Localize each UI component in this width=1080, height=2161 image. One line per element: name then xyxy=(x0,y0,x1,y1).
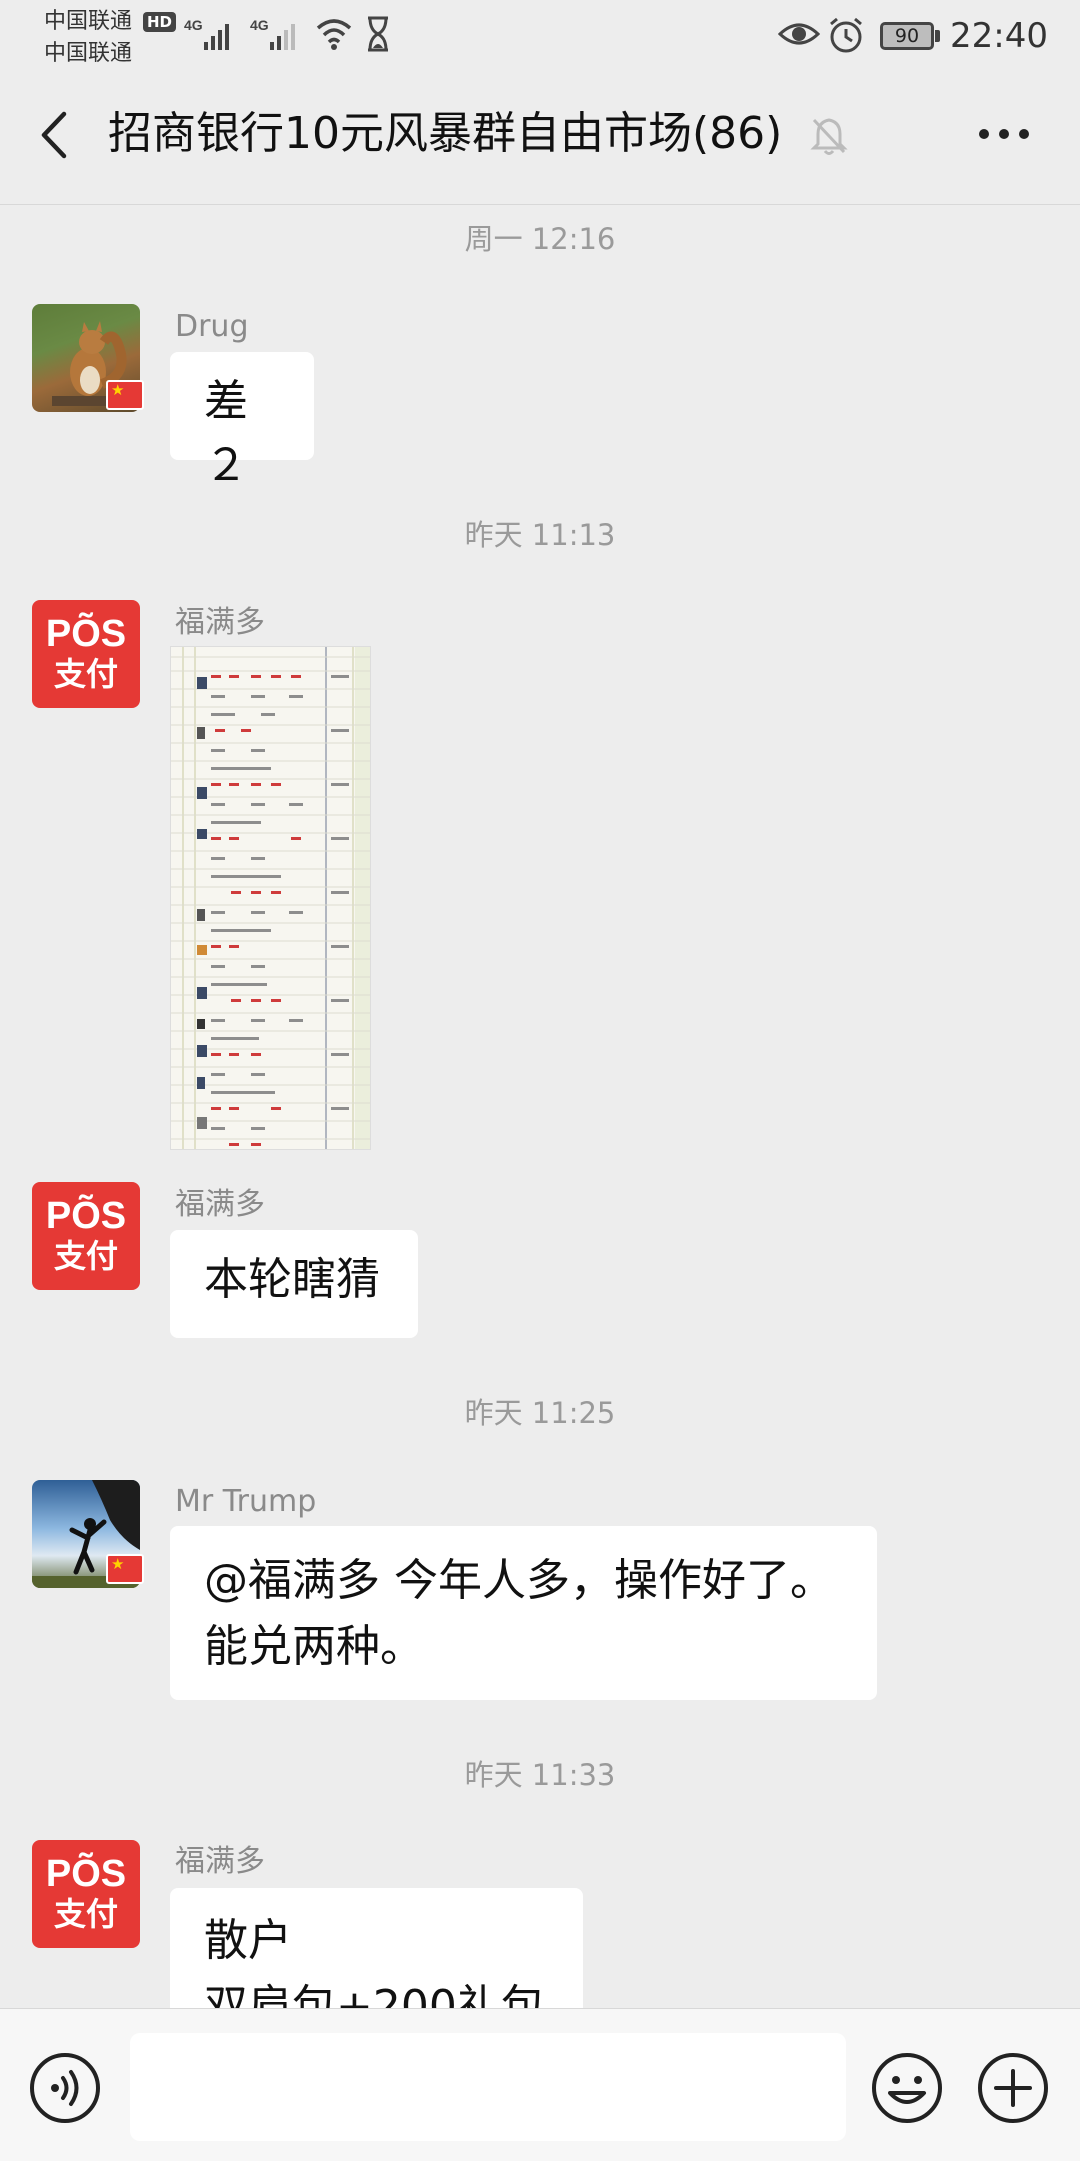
status-bar: 中国联通 中国联通 HD 4G 4G 90 22:40 xyxy=(0,0,1080,66)
more-icon[interactable] xyxy=(976,124,1032,144)
avatar-text: 支付 xyxy=(53,1237,118,1275)
sender-name: Drug xyxy=(175,309,249,344)
mute-bell-icon xyxy=(810,118,848,155)
voice-icon[interactable] xyxy=(28,2051,102,2125)
message-line: @福满多 今年人多，操作好了。 xyxy=(204,1555,834,1606)
hd-badge: HD xyxy=(143,12,177,32)
emoji-icon[interactable] xyxy=(870,2051,944,2125)
sender-name: Mr Trump xyxy=(175,1484,317,1519)
avatar[interactable]: PÕS 支付 xyxy=(32,600,140,708)
chat-header: 招商银行10元风暴群自由市场(86) xyxy=(0,64,1080,205)
wifi-icon xyxy=(316,19,352,50)
plus-icon[interactable] xyxy=(976,2051,1050,2125)
battery-icon: 90 xyxy=(880,22,934,50)
timestamp: 昨天 11:25 xyxy=(464,1396,616,1430)
svg-text:4G: 4G xyxy=(250,17,269,33)
message-bubble[interactable]: 本轮瞎猜 xyxy=(170,1230,418,1338)
price-list-spreadsheet-thumbnail xyxy=(171,647,370,1149)
avatar[interactable]: PÕS 支付 xyxy=(32,1182,140,1290)
sender-name: 福满多 xyxy=(175,1187,265,1222)
back-arrow-icon[interactable] xyxy=(34,110,74,160)
signal-icon-2: 4G xyxy=(250,17,295,50)
chat-title: 招商银行10元风暴群自由市场(86) xyxy=(108,108,783,159)
sender-name: 福满多 xyxy=(175,605,265,640)
avatar-text: PÕS xyxy=(45,1853,127,1895)
sender-name: 福满多 xyxy=(175,1844,265,1879)
image-message[interactable] xyxy=(170,646,371,1150)
battery-tip xyxy=(935,30,940,42)
message-bubble[interactable]: 差２ xyxy=(170,352,314,491)
alarm-icon xyxy=(830,17,862,53)
message-input[interactable] xyxy=(130,2033,846,2141)
timestamp: 昨天 11:13 xyxy=(464,518,616,552)
avatar[interactable]: PÕS 支付 xyxy=(32,1840,140,1948)
clock: 22:40 xyxy=(950,16,1048,56)
timestamp: 周一 12:16 xyxy=(464,222,616,256)
timestamp: 昨天 11:33 xyxy=(464,1758,616,1792)
avatar-text: 支付 xyxy=(53,655,118,693)
hourglass-icon xyxy=(368,16,388,52)
avatar-text: 支付 xyxy=(53,1895,118,1933)
signal-icon: 4G xyxy=(184,17,229,50)
message-line: 散户 xyxy=(204,1915,292,1966)
flag-badge xyxy=(106,1554,144,1584)
svg-text:4G: 4G xyxy=(184,17,203,33)
carrier-1-label: 中国联通 xyxy=(44,9,133,34)
eye-icon xyxy=(778,23,820,45)
avatar-text: PÕS xyxy=(45,1195,127,1237)
avatar-text: PÕS xyxy=(45,613,127,655)
flag-badge xyxy=(106,380,144,410)
input-bar xyxy=(0,2008,1080,2161)
message-line: 能兑两种。 xyxy=(204,1621,424,1672)
message-bubble[interactable]: @福满多 今年人多，操作好了。 能兑两种。 xyxy=(170,1526,877,1700)
